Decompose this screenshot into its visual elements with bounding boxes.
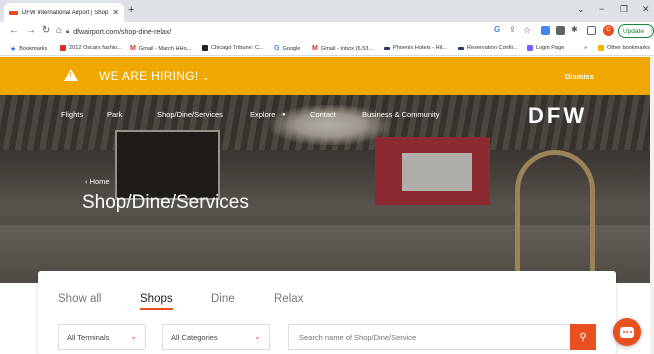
- chevron-down-icon[interactable]: ⌄: [577, 4, 585, 15]
- restore-icon[interactable]: ❐: [620, 4, 628, 15]
- bookmark-label: Reservation Confir...: [467, 45, 518, 51]
- bookmarks-bar: ★ Bookmarks 2012 Oscars fashio... M Gmai…: [0, 42, 654, 56]
- bookmark-label: Login Page: [536, 45, 565, 51]
- search-icon: ⚲: [579, 331, 587, 343]
- update-button[interactable]: Update ⋮: [618, 24, 654, 38]
- dfw-logo[interactable]: DFW: [528, 103, 587, 129]
- site-favicon-icon: [9, 10, 18, 15]
- tab-title: DFW International Airport | Shop: [22, 9, 109, 16]
- update-label: Update: [623, 27, 644, 35]
- bookmark-item[interactable]: M Gmail - March HHo...: [130, 45, 191, 52]
- bookmark-label: Phoenix Hotels - Hil...: [393, 45, 447, 51]
- bookmark-label: Gmail - March HHo...: [138, 45, 192, 52]
- star-icon: ★: [10, 46, 17, 53]
- bookmark-item[interactable]: 2012 Oscars fashio...: [60, 45, 122, 51]
- reload-icon[interactable]: ↻: [42, 25, 50, 36]
- puzzle-icon[interactable]: ✱: [571, 25, 578, 34]
- search-input[interactable]: [299, 332, 560, 342]
- nav-business-community[interactable]: Business & Community: [362, 110, 440, 119]
- category-select-value: All Categories: [171, 332, 218, 342]
- chevron-down-icon: ⌄: [202, 73, 210, 82]
- browser-tab[interactable]: DFW International Airport | Shop ✕: [4, 3, 124, 22]
- hiring-link[interactable]: WE ARE HIRING! ⌄: [99, 69, 210, 83]
- hero-banner: Flights Park Shop/Dine/Services Explore …: [0, 95, 654, 283]
- bookmark-item[interactable]: Chicago Tribune: C...: [202, 45, 264, 51]
- bookmark-favicon-icon: [202, 45, 208, 51]
- bookmark-label: Other bookmarks: [607, 45, 650, 51]
- nav-contact[interactable]: Contact: [310, 110, 336, 119]
- category-select[interactable]: All Categories ⌄: [162, 324, 270, 350]
- nav-shop-dine-services[interactable]: Shop/Dine/Services: [157, 110, 223, 119]
- warning-icon: !: [64, 69, 78, 81]
- active-tab-underline: [140, 308, 173, 310]
- google-icon: G: [274, 45, 280, 52]
- bookmark-item[interactable]: Other bookmarks: [598, 45, 650, 51]
- avatar[interactable]: C: [603, 25, 614, 36]
- bookmarks-overflow-icon[interactable]: »: [584, 45, 587, 51]
- bookmark-item[interactable]: Phoenix Hotels - Hil...: [384, 45, 447, 51]
- bookmark-item[interactable]: ★ Bookmarks: [10, 45, 47, 53]
- bookmark-label: Chicago Tribune: C...: [211, 45, 264, 51]
- close-tab-icon[interactable]: ✕: [112, 8, 119, 17]
- filter-panel: Show all Shops Dine Relax All Terminals …: [38, 271, 616, 354]
- bookmark-favicon-icon: [527, 45, 533, 51]
- bookmark-label: 2012 Oscars fashio...: [69, 45, 122, 51]
- address-toolbar: ← → ↻ ⌂ 🔒︎ dfwairport.com/shop-dine-rela…: [0, 22, 654, 42]
- gmail-icon: M: [312, 45, 318, 52]
- extension-icon[interactable]: [541, 26, 550, 35]
- terminal-select[interactable]: All Terminals ⌄: [58, 324, 146, 350]
- tab-shops[interactable]: Shops: [140, 293, 173, 310]
- hiring-banner: ! WE ARE HIRING! ⌄ Dismiss: [0, 57, 654, 95]
- nav-dot-icon: ●: [282, 112, 286, 118]
- breadcrumb[interactable]: ‹ Home: [85, 177, 110, 186]
- bookmark-item[interactable]: M Gmail - Inbox (6,53...: [312, 45, 373, 52]
- nav-flights[interactable]: Flights: [61, 110, 83, 119]
- tab-relax[interactable]: Relax: [274, 293, 303, 305]
- gmail-icon: M: [130, 45, 136, 52]
- url-bar[interactable]: 🔒︎ dfwairport.com/shop-dine-relax/: [66, 25, 486, 39]
- chat-icon: [620, 326, 634, 338]
- minimize-icon[interactable]: −: [599, 4, 604, 14]
- bookmark-item[interactable]: G Google: [274, 45, 301, 52]
- share-icon[interactable]: ⇪: [509, 25, 516, 34]
- folder-icon: [598, 45, 604, 51]
- home-icon[interactable]: ⌂: [56, 25, 62, 36]
- hiring-message: WE ARE HIRING!: [99, 69, 199, 83]
- bookmark-favicon-icon: [60, 45, 66, 51]
- nav-park[interactable]: Park: [107, 110, 122, 119]
- bookmark-item[interactable]: Reservation Confir...: [458, 45, 518, 51]
- bookmark-label: Gmail - Inbox (6,53...: [320, 45, 374, 52]
- bookmark-favicon-icon: [384, 46, 390, 50]
- window-close-icon[interactable]: ✕: [642, 4, 650, 15]
- back-icon[interactable]: ←: [9, 25, 19, 36]
- browser-tab-strip: DFW International Airport | Shop ✕ + ⌄ −…: [0, 0, 654, 22]
- chevron-down-icon: ⌄: [130, 332, 137, 341]
- sidepanel-icon[interactable]: [587, 26, 596, 35]
- search-button[interactable]: ⚲: [570, 324, 596, 350]
- url-text: dfwairport.com/shop-dine-relax/: [73, 28, 172, 36]
- forward-icon[interactable]: →: [26, 25, 36, 36]
- tab-show-all[interactable]: Show all: [58, 293, 101, 305]
- page-scrollbar[interactable]: [650, 57, 654, 354]
- nav-explore[interactable]: Explore: [250, 110, 275, 119]
- search-field[interactable]: [288, 324, 570, 350]
- more-icon: ⋮: [647, 28, 654, 35]
- bookmark-star-icon[interactable]: ☆: [523, 25, 531, 36]
- bookmark-label: Google: [282, 45, 301, 52]
- bookmark-item[interactable]: Login Page: [527, 45, 564, 51]
- chat-button[interactable]: [613, 318, 641, 346]
- bookmark-label: Bookmarks: [19, 46, 48, 52]
- bookmark-favicon-icon: [458, 46, 464, 50]
- page-title: Shop/Dine/Services: [82, 192, 249, 213]
- dismiss-button[interactable]: Dismiss: [565, 72, 594, 81]
- terminal-select-value: All Terminals: [67, 332, 110, 342]
- lock-icon: 🔒︎: [66, 28, 70, 35]
- chevron-down-icon: ⌄: [254, 332, 261, 341]
- tab-shops-label: Shops: [140, 293, 173, 305]
- google-icon[interactable]: G: [494, 25, 503, 34]
- new-tab-icon[interactable]: +: [128, 4, 134, 16]
- extension-icon[interactable]: [556, 26, 565, 35]
- tab-dine[interactable]: Dine: [211, 293, 235, 305]
